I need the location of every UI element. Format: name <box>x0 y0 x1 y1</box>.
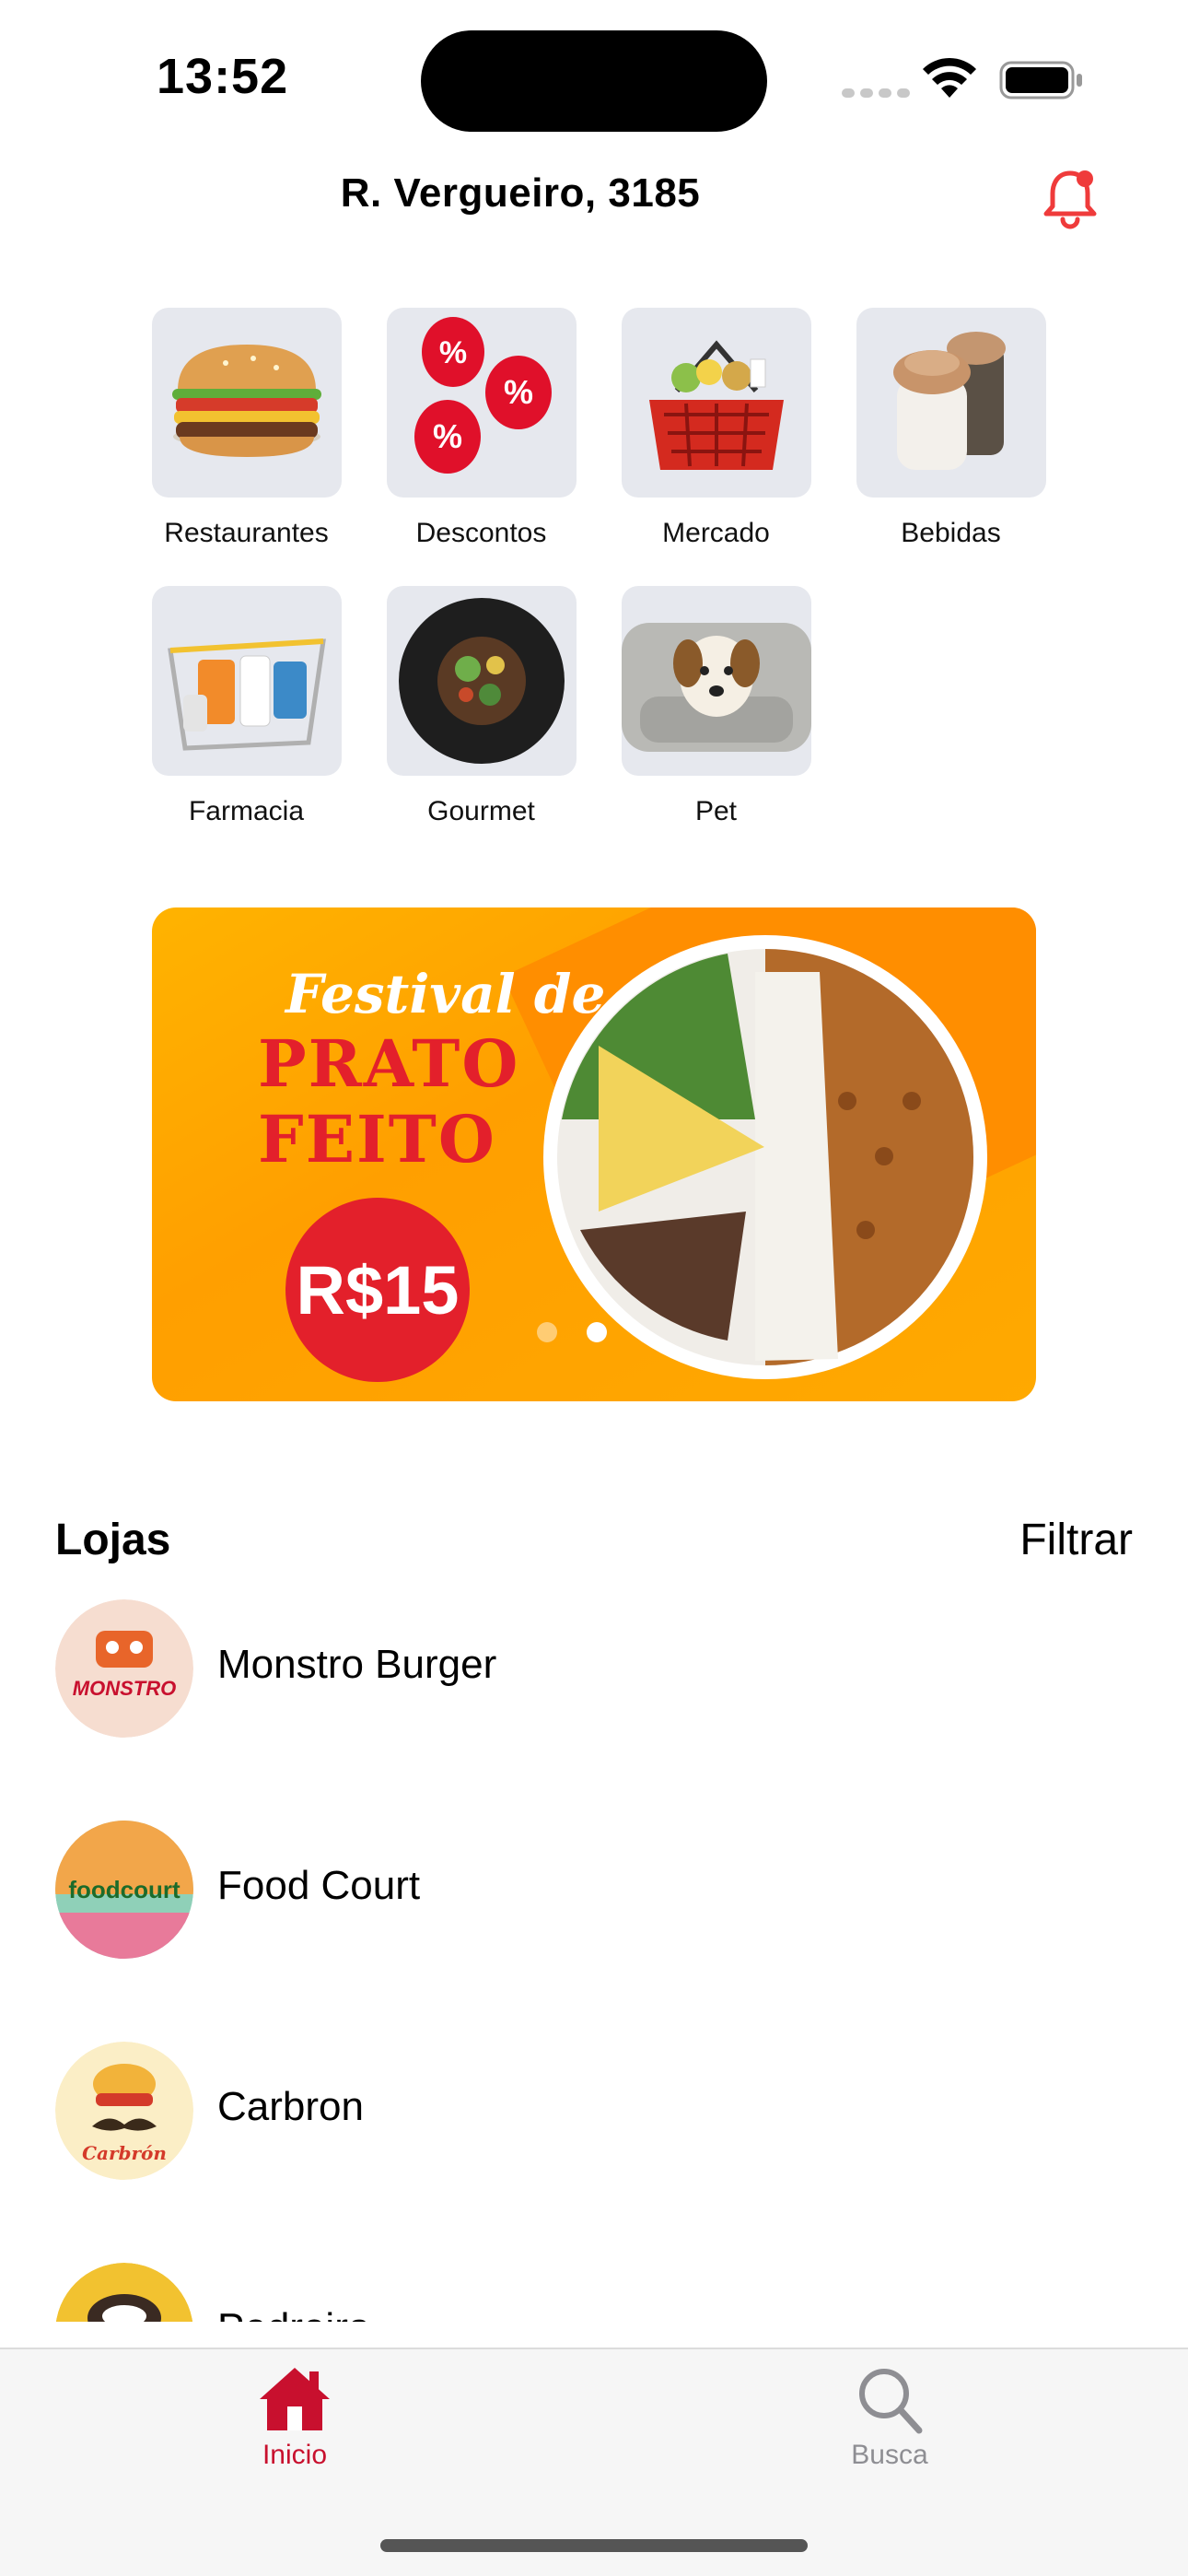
dog-icon <box>621 586 811 776</box>
banner-headline-2: FEITO <box>258 1101 496 1177</box>
category-pet[interactable]: Pet <box>599 586 833 827</box>
store-logo: MONSTRO <box>55 1599 193 1738</box>
filter-button[interactable]: Filtrar <box>1019 1515 1133 1565</box>
category-mercado[interactable]: Mercado <box>599 308 833 549</box>
store-logo <box>55 2263 193 2322</box>
tab-busca[interactable]: Busca <box>798 2364 982 2471</box>
store-logo-text: foodcourt <box>68 1876 181 1903</box>
tab-label: Busca <box>851 2440 928 2470</box>
tab-label: Inicio <box>262 2440 328 2470</box>
category-label: Descontos <box>415 518 547 548</box>
category-descontos[interactable]: % % % Descontos <box>364 308 599 549</box>
dynamic-island <box>421 30 767 132</box>
category-label: Restaurantes <box>164 518 329 548</box>
store-name: Food Court <box>217 1863 421 1908</box>
store-logo-text: Carbrón <box>82 2142 167 2164</box>
banner-headline-1: PRATO <box>258 1025 520 1102</box>
category-gourmet[interactable]: Gourmet <box>364 586 599 827</box>
page-dot-1[interactable] <box>537 1322 557 1342</box>
category-label: Bebidas <box>901 518 1001 548</box>
store-name: Pedreira <box>217 2305 370 2322</box>
burger-icon <box>151 308 342 498</box>
delivery-address[interactable]: R. Vergueiro, 3185 <box>0 170 1041 217</box>
bell-icon[interactable] <box>1041 166 1100 230</box>
carousel-page-indicator[interactable] <box>537 1322 607 1342</box>
basket-icon <box>621 308 811 498</box>
store-item-monstro-burger[interactable]: MONSTRO Monstro Burger <box>55 1599 1133 1821</box>
gourmet-plate-icon <box>386 586 577 776</box>
category-restaurantes[interactable]: Restaurantes <box>129 308 364 549</box>
drinks-icon <box>856 308 1046 498</box>
promo-banner[interactable]: Festival de PRATO FEITO R$15 <box>152 907 1036 1401</box>
category-label: Mercado <box>662 518 770 548</box>
category-grid: Restaurantes % % % Descontos Mercado Beb… <box>129 308 1068 827</box>
category-bebidas[interactable]: Bebidas <box>833 308 1068 549</box>
stores-header: Lojas Filtrar <box>55 1515 1133 1565</box>
store-name: Monstro Burger <box>217 1642 497 1687</box>
status-bar: 13:52 <box>0 0 1188 157</box>
page-dot-2[interactable] <box>587 1322 607 1342</box>
tab-inicio[interactable]: Inicio <box>203 2364 387 2471</box>
discount-balloons-icon: % % % <box>386 308 577 498</box>
store-logo: foodcourt <box>55 1821 193 1959</box>
category-farmacia[interactable]: Farmacia <box>129 586 364 827</box>
stores-title: Lojas <box>55 1516 171 1564</box>
svg-text:%: % <box>432 417 461 455</box>
store-list[interactable]: MONSTRO Monstro Burger foodcourt Food Co… <box>55 1599 1133 2322</box>
battery-icon <box>999 61 1082 100</box>
home-indicator[interactable] <box>380 2539 808 2552</box>
store-item-carbron[interactable]: Carbrón Carbron <box>55 2042 1133 2263</box>
pharmacy-basket-icon <box>151 586 342 776</box>
status-time: 13:52 <box>157 49 289 104</box>
store-item-pedreira[interactable]: Pedreira <box>55 2263 1133 2322</box>
cellular-signal-icon <box>842 88 910 98</box>
home-icon <box>260 2368 330 2430</box>
store-item-food-court[interactable]: foodcourt Food Court <box>55 1821 1133 2042</box>
category-label: Pet <box>694 796 738 826</box>
store-logo-text: MONSTRO <box>73 1677 176 1700</box>
category-label: Gourmet <box>427 796 535 826</box>
svg-text:%: % <box>438 335 466 370</box>
svg-text:%: % <box>503 373 532 411</box>
food-plate-image <box>543 935 987 1379</box>
banner-price-badge: R$15 <box>285 1198 470 1382</box>
wifi-icon <box>923 57 976 98</box>
search-icon <box>859 2369 923 2434</box>
store-logo: Carbrón <box>55 2042 193 2180</box>
store-name: Carbron <box>217 2084 364 2129</box>
category-label: Farmacia <box>188 796 305 826</box>
